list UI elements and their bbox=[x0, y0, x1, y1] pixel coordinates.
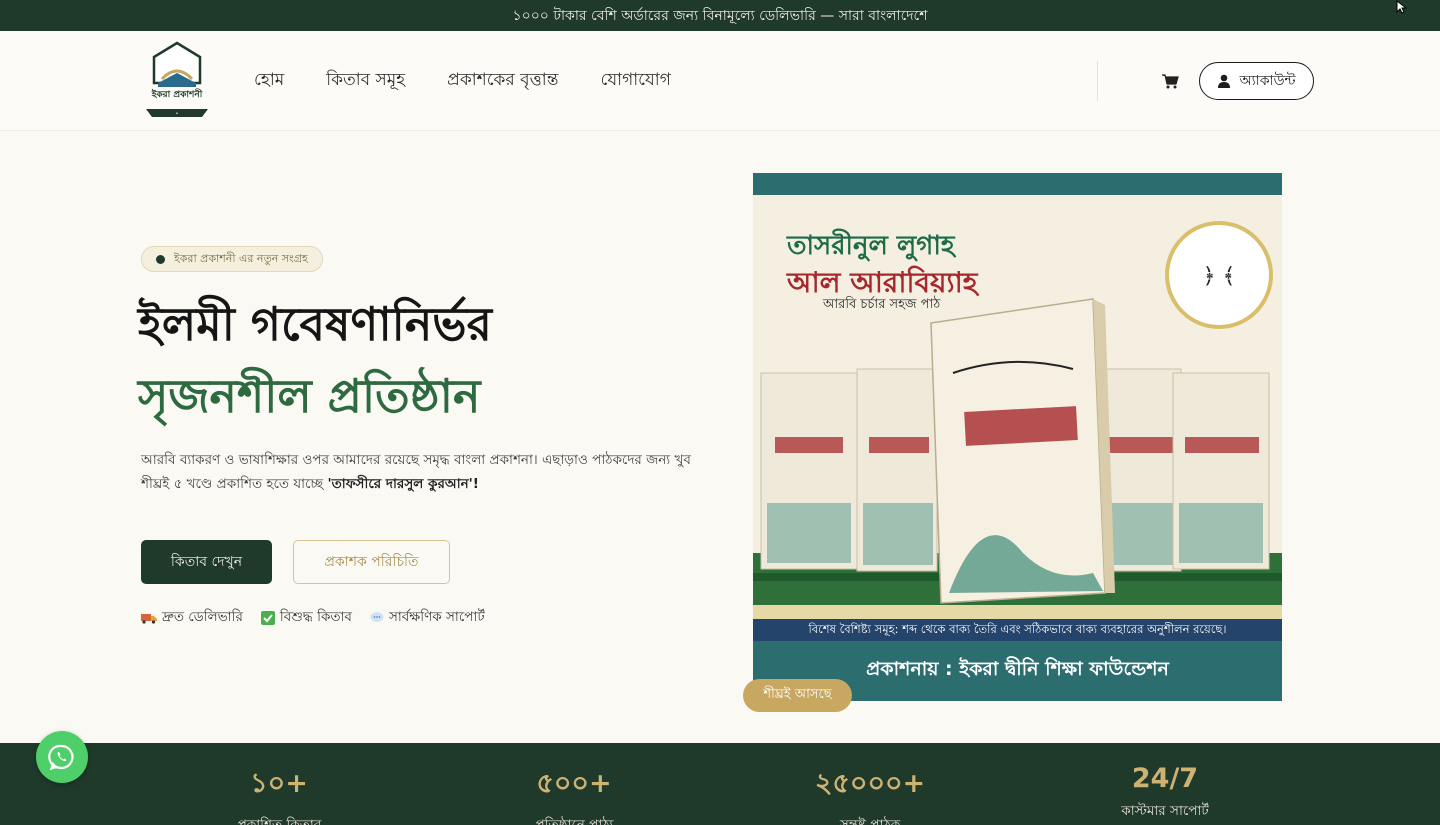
logo-text: ইকরা প্রকাশনী bbox=[151, 90, 203, 100]
svg-text:﴿ ﴾: ﴿ ﴾ bbox=[1203, 264, 1236, 289]
header-divider bbox=[1097, 61, 1098, 101]
stat-label: কাস্টমার সাপোর্ট bbox=[1121, 803, 1209, 819]
book-promo-image: ﴿ ﴾ তাসরীনুল লুগাহ আল আরাবিয়্যাহ আরবি চ… bbox=[753, 173, 1282, 701]
nav-item-about-publisher[interactable]: প্রকাশকের বৃত্তান্ত bbox=[447, 67, 558, 95]
account-label: অ্যাকাউন্ট bbox=[1239, 73, 1296, 89]
feature-item: সার্বক্ষণিক সাপোর্ট bbox=[370, 606, 485, 629]
stat-value: 24/7 bbox=[1131, 763, 1199, 794]
site-header: • ইকরা প্রকাশনী হোম কিতাব সমূহ প্রকাশকের… bbox=[0, 31, 1440, 131]
feature-label: বিশুদ্ধ কিতাব bbox=[279, 609, 352, 625]
book-cover bbox=[1172, 372, 1270, 570]
book-cover bbox=[856, 368, 938, 572]
stat-item: ২৫০০০+ সন্তুষ্ট পাঠক bbox=[770, 763, 970, 825]
announcement-bar: ১০০০ টাকার বেশি অর্ডারের জন্য বিনামূল্যে… bbox=[0, 0, 1440, 31]
hero-title-line2: সৃজনশীল প্রতিষ্ঠান bbox=[138, 369, 481, 423]
stat-item: 24/7 কাস্টমার সাপোর্ট bbox=[1065, 763, 1265, 823]
book-subtitle: আরবি চর্চার সহজ পাঠ bbox=[823, 297, 941, 312]
stat-item: ৫০০+ প্রতিষ্ঠানে পাঠ্য bbox=[474, 763, 674, 825]
hero-description: আরবি ব্যাকরণ ও ভাষাশিক্ষার ওপর আমাদের রয… bbox=[141, 448, 711, 496]
stat-value: ১০+ bbox=[250, 768, 308, 799]
stat-item: ১০+ প্রকাশিত কিতাব bbox=[179, 763, 379, 825]
logo-emblem-icon: • bbox=[146, 41, 208, 117]
stat-label: সন্তুষ্ট পাঠক bbox=[839, 817, 901, 825]
book-cover-main bbox=[930, 298, 1115, 604]
badge-dot-icon bbox=[156, 254, 165, 264]
feature-item: দ্রুত ডেলিভারি bbox=[141, 606, 243, 629]
nav-item-contact[interactable]: যোগাযোগ bbox=[600, 67, 670, 95]
user-icon bbox=[1218, 74, 1231, 88]
feature-list: দ্রুত ডেলিভারি বিশুদ্ধ কিতাব সার্বক্ষণিক… bbox=[141, 606, 485, 629]
new-collection-badge: ইকরা প্রকাশনী এর নতুন সংগ্রহ bbox=[141, 246, 323, 272]
truck-icon bbox=[141, 613, 157, 624]
hero-title-line1: ইলমী গবেষণানির্ভর bbox=[138, 297, 492, 351]
main-nav: হোম কিতাব সমূহ প্রকাশকের বৃত্তান্ত যোগায… bbox=[254, 67, 671, 95]
hero-description-bold: 'তাফসীরে দারসুল কুরআন'! bbox=[327, 476, 479, 492]
book-features-strip: বিশেষ বৈশিষ্ট্য সমূহ: শব্দ থেকে বাক্য তৈ… bbox=[753, 619, 1282, 641]
nav-item-books[interactable]: কিতাব সমূহ bbox=[326, 67, 405, 95]
mouse-cursor-icon bbox=[1396, 0, 1408, 14]
stat-value: ৫০০+ bbox=[536, 768, 612, 799]
publisher-intro-button[interactable]: প্রকাশক পরিচিতি bbox=[293, 540, 450, 584]
view-books-button[interactable]: কিতাব দেখুন bbox=[141, 540, 272, 584]
book-cover bbox=[760, 372, 858, 570]
stats-bar: ১০+ প্রকাশিত কিতাব ৫০০+ প্রতিষ্ঠানে পাঠ্… bbox=[0, 743, 1440, 825]
chat-icon bbox=[370, 612, 384, 622]
svg-text:•: • bbox=[176, 111, 179, 117]
whatsapp-button[interactable] bbox=[36, 731, 88, 783]
badge-text: ইকরা প্রকাশনী এর নতুন সংগ্রহ bbox=[174, 251, 308, 265]
whatsapp-icon bbox=[48, 744, 74, 771]
stat-label: প্রতিষ্ঠানে পাঠ্য bbox=[534, 817, 614, 825]
feature-label: দ্রুত ডেলিভারি bbox=[162, 609, 243, 625]
nav-item-home[interactable]: হোম bbox=[254, 67, 284, 95]
account-button[interactable]: অ্যাকাউন্ট bbox=[1199, 62, 1314, 100]
stat-value: ২৫০০০+ bbox=[814, 768, 926, 799]
feature-item: বিশুদ্ধ কিতাব bbox=[260, 606, 352, 629]
check-icon bbox=[260, 610, 275, 625]
stat-label: প্রকাশিত কিতাব bbox=[236, 817, 322, 825]
coming-soon-badge: শীঘ্রই আসছে bbox=[743, 679, 852, 712]
feature-label: সার্বক্ষণিক সাপোর্ট bbox=[388, 609, 485, 625]
cart-icon[interactable] bbox=[1160, 71, 1180, 91]
announcement-text: ১০০০ টাকার বেশি অর্ডারের জন্য বিনামূল্যে… bbox=[512, 7, 928, 24]
site-logo[interactable]: • ইকরা প্রকাশনী bbox=[140, 39, 214, 123]
